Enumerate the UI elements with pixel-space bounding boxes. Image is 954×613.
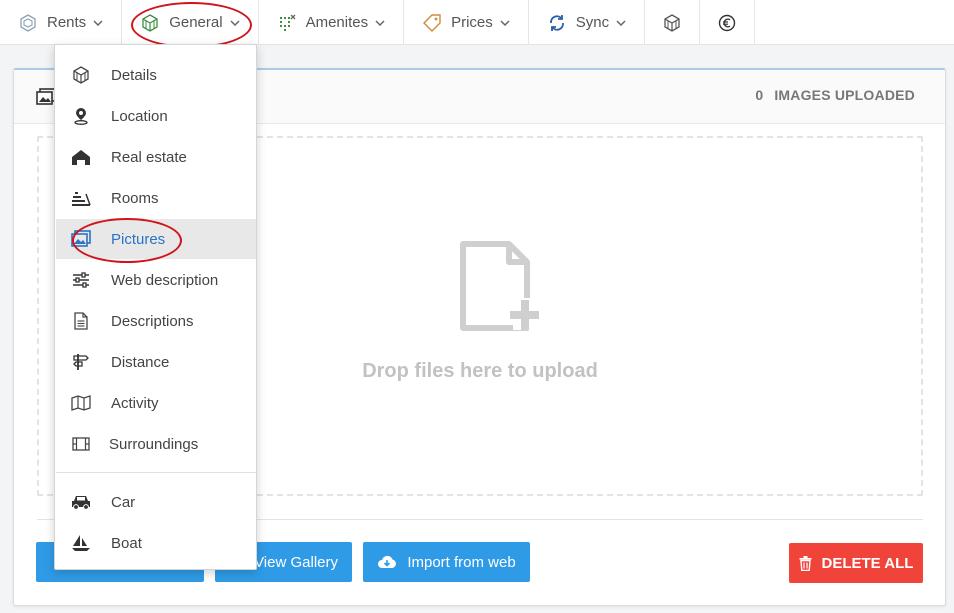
- menu-item-location[interactable]: Location: [56, 96, 256, 136]
- menu-item-web-description[interactable]: Web description: [56, 260, 256, 300]
- images-uploaded-count: 0 IMAGES UPLOADED: [755, 87, 915, 103]
- menu-item-distance[interactable]: Distance: [56, 342, 256, 382]
- nav-rents-label: Rents: [47, 14, 87, 31]
- nav-rents[interactable]: Rents: [0, 0, 123, 45]
- chevron-down-icon: [500, 19, 510, 26]
- nav-prices[interactable]: Prices: [404, 0, 529, 45]
- map-icon: [71, 394, 91, 412]
- delete-all-button[interactable]: DELETE ALL: [789, 543, 923, 583]
- trash-icon: [799, 555, 812, 571]
- house-icon: [71, 148, 91, 166]
- menu-item-label: Surroundings: [109, 435, 199, 453]
- menu-item-label: Distance: [111, 353, 170, 371]
- menu-item-label: Boat: [111, 534, 142, 552]
- menu-item-label: Rooms: [111, 189, 159, 207]
- cloud-download-icon: [377, 555, 397, 569]
- menu-item-boat[interactable]: Boat: [56, 523, 256, 563]
- cube-icon: [662, 13, 682, 33]
- import-from-web-button[interactable]: Import from web: [363, 542, 530, 582]
- menu-item-real-estate[interactable]: Real estate: [56, 137, 256, 177]
- car-icon: [71, 493, 91, 511]
- menu-item-surroundings[interactable]: Surroundings: [56, 424, 256, 464]
- sailboat-icon: [71, 534, 91, 552]
- stairs-icon: [71, 189, 91, 207]
- chevron-down-icon: [230, 19, 240, 26]
- nav-general-label: General: [169, 14, 223, 31]
- view-gallery-label: View Gallery: [254, 553, 338, 571]
- nav-general[interactable]: General: [122, 0, 259, 48]
- chevron-down-icon: [616, 19, 626, 26]
- nav-euro[interactable]: [700, 0, 756, 45]
- menu-item-label: Descriptions: [111, 312, 194, 330]
- images-count: 0: [755, 87, 764, 103]
- chevron-down-icon: [93, 19, 103, 26]
- chevron-down-icon: [375, 19, 385, 26]
- menu-item-label: Details: [111, 66, 157, 84]
- film-icon: [71, 435, 91, 453]
- file-add-icon: [449, 240, 540, 340]
- signpost-icon: [71, 353, 91, 371]
- nav-prices-label: Prices: [451, 14, 493, 31]
- top-navbar: Rents General Amenites Prices Sync: [0, 0, 954, 48]
- nav-amenities[interactable]: Amenites: [259, 0, 405, 45]
- menu-item-rooms[interactable]: Rooms: [56, 178, 256, 218]
- map-pin-icon: [71, 107, 91, 125]
- tag-icon: [422, 13, 442, 33]
- menu-item-details[interactable]: Details: [56, 55, 256, 95]
- menu-item-label: Real estate: [111, 148, 187, 166]
- delete-all-label: DELETE ALL: [821, 554, 914, 572]
- cube-green-icon: [140, 13, 160, 33]
- nav-cube[interactable]: [645, 0, 701, 45]
- images-label: IMAGES UPLOADED: [774, 87, 915, 103]
- document-icon: [71, 312, 91, 330]
- menu-item-label: Car: [111, 493, 136, 511]
- nav-amenities-label: Amenites: [305, 14, 369, 31]
- nav-sync[interactable]: Sync: [529, 0, 646, 45]
- pictures-icon: [36, 88, 56, 111]
- import-from-web-label: Import from web: [407, 553, 516, 571]
- menu-item-label: Location: [111, 107, 168, 125]
- menu-item-label: Web description: [111, 271, 219, 289]
- menu-item-label: Activity: [111, 394, 159, 412]
- menu-item-pictures[interactable]: Pictures: [56, 219, 256, 259]
- menu-item-label: Pictures: [111, 230, 166, 248]
- menu-separator: [56, 472, 256, 473]
- menu-item-activity[interactable]: Activity: [56, 383, 256, 423]
- sliders-icon: [71, 271, 91, 289]
- general-dropdown-menu: Details Location Real estate Rooms Pictu…: [54, 44, 257, 570]
- pictures-icon: [71, 230, 91, 248]
- menu-item-car[interactable]: Car: [56, 482, 256, 522]
- grid-dots-icon: [277, 13, 297, 33]
- menu-item-descriptions[interactable]: Descriptions: [56, 301, 256, 341]
- euro-icon: [717, 13, 737, 33]
- nav-sync-label: Sync: [575, 14, 610, 31]
- sync-icon: [547, 13, 567, 33]
- cube-outline-icon: [18, 13, 38, 33]
- cube-icon: [71, 66, 91, 84]
